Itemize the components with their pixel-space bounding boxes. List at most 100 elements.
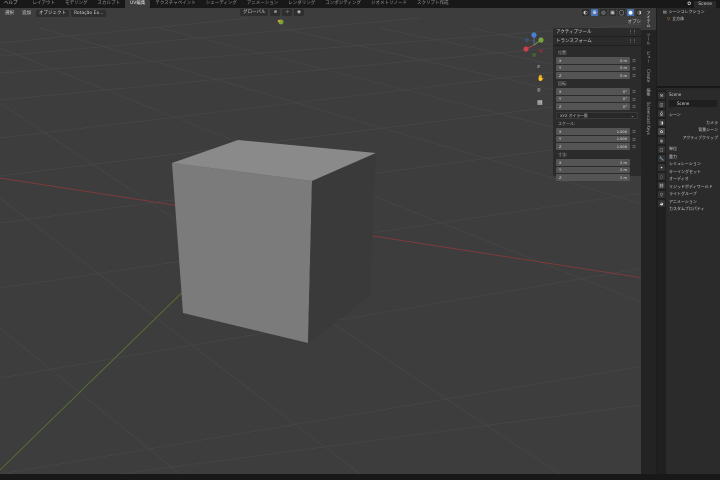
tab-modeling[interactable]: モデリング (60, 0, 93, 8)
outliner-scene-collection[interactable]: ▤ シーンコレクション (657, 8, 720, 15)
grid-ortho-icon[interactable]: ▦ (537, 99, 543, 106)
location-z-field[interactable]: Z0 m (556, 72, 630, 79)
lock-icon[interactable]: ⚿ (630, 58, 638, 63)
rotation-y-field[interactable]: Y 0° (556, 95, 630, 103)
background-scene-label: 背景シーン (698, 127, 718, 132)
tab-screencast-keys[interactable]: Screencast Keys (641, 99, 656, 138)
transform-section[interactable]: トランスフォーム ⋮⋮ (553, 37, 641, 46)
dimensions-y-field[interactable]: Y2 m (556, 166, 630, 174)
scene-field[interactable]: Scene (669, 100, 717, 107)
lock-icon[interactable]: ⚿ (630, 66, 638, 71)
view-layer-icon[interactable]: ◨ (658, 119, 665, 126)
tab-item[interactable]: アイテム (641, 8, 656, 30)
viewport-nav-buttons[interactable]: ⌕ ✋ ⌾ ▦ (537, 63, 544, 106)
properties-editor[interactable]: ⚒ ◫ ⎙ ◨ ✿ ◍ ▢ 🔧 ✦ ◌ ⛓ ▽ ◕ Scene Scene シー… (657, 90, 720, 474)
outliner[interactable]: ▤ シーンコレクション ▽ 立方体 (657, 8, 720, 88)
dimensions-z-field[interactable]: Z2 m (556, 174, 630, 181)
object-menu[interactable]: オブジェクト (36, 9, 69, 17)
transform-orientation-dropdown[interactable]: グローバル (240, 9, 269, 16)
constraints-icon[interactable]: ⛓ (658, 182, 665, 189)
pan-hand-icon[interactable]: ✋ (537, 74, 544, 82)
tool-icon[interactable]: ⚒ (658, 92, 665, 99)
drag-handle-icon[interactable]: ⋮⋮ (628, 28, 637, 37)
tab-geometry-nodes[interactable]: ジオメトリノード (366, 0, 412, 8)
lock-icon[interactable]: ⚿ (630, 104, 638, 109)
output-icon[interactable]: ⎙ (658, 110, 665, 117)
lock-icon[interactable]: ⚿ (630, 97, 638, 102)
gizmo-icon[interactable]: ⊕ (591, 9, 598, 16)
navigation-gizmo[interactable] (523, 32, 544, 57)
physics-icon[interactable]: ◌ (658, 173, 665, 180)
particles-icon[interactable]: ✦ (658, 164, 665, 171)
modifier-icon[interactable]: 🔧 (658, 155, 665, 162)
panel-audio[interactable]: オーディオ (666, 175, 720, 183)
world-icon[interactable]: ◍ (658, 137, 665, 144)
properties-tabs: ⚒ ◫ ⎙ ◨ ✿ ◍ ▢ 🔧 ✦ ◌ ⛓ ▽ ◕ (657, 90, 666, 474)
proportional-dropdown[interactable]: Rotação Ex... (71, 9, 107, 17)
panel-keying-sets[interactable]: キーイングセット (666, 168, 720, 176)
panel-light-groups[interactable]: ライトグループ (666, 190, 720, 198)
object-icon[interactable]: ▢ (658, 146, 665, 153)
scene-icon[interactable]: ✿ (658, 128, 665, 135)
tab-shading[interactable]: シェーディング (201, 0, 242, 8)
tab-animation[interactable]: アニメーション (242, 0, 283, 8)
active-tool-label: アクティブツール (556, 29, 592, 35)
rotation-z-field[interactable]: Z 0° (556, 103, 630, 110)
panel-custom-properties[interactable]: カスタムプロパティ (666, 205, 720, 213)
dimensions-x-field[interactable]: X2 m (556, 159, 630, 166)
lock-icon[interactable]: ⚿ (630, 144, 638, 149)
wireframe-shading-icon[interactable]: ◯ (618, 9, 625, 16)
scene-name[interactable]: Scene (694, 0, 716, 8)
location-x-field[interactable]: X0 m (556, 57, 630, 64)
pivot-icon[interactable]: ⊕ (270, 9, 281, 16)
lock-icon[interactable]: ⚿ (630, 73, 638, 78)
select-menu[interactable]: 選択 (2, 10, 17, 16)
tab-edit[interactable]: 編集 (641, 85, 656, 99)
lock-icon[interactable]: ⚿ (630, 129, 638, 134)
tab-create[interactable]: Create (641, 66, 656, 85)
data-icon[interactable]: ▽ (658, 191, 665, 198)
panel-gravity[interactable]: 重力 (666, 153, 720, 161)
add-menu[interactable]: 追加 (19, 10, 34, 16)
outliner-cube[interactable]: ▽ 立方体 (657, 15, 720, 22)
tab-sculpt[interactable]: スカルプト (93, 0, 126, 8)
xray-icon[interactable]: ▣ (609, 9, 616, 16)
scale-y-field[interactable]: Y 1.000 (556, 135, 630, 143)
tab-scripting[interactable]: スクリプト作成 (412, 0, 454, 8)
panel-units[interactable]: 単位 (666, 145, 720, 153)
cube-side-face (308, 153, 376, 343)
tab-view[interactable]: ビュー (641, 48, 656, 66)
overlay-icon[interactable]: ◎ (600, 9, 607, 16)
tab-tool[interactable]: ツール (641, 30, 656, 48)
lock-icon[interactable]: ⚿ (630, 89, 638, 94)
drag-handle-icon[interactable]: ⋮⋮ (628, 37, 637, 46)
scene-section-header[interactable]: シーン (666, 111, 720, 119)
render-icon[interactable]: ◫ (658, 101, 665, 108)
tab-layout[interactable]: レイアウト (28, 0, 61, 8)
panel-animation[interactable]: アニメーション (666, 198, 720, 206)
tab-texture-paint[interactable]: テクスチャペイント (150, 0, 200, 8)
transform-label: トランスフォーム (556, 38, 592, 44)
scale-z-field[interactable]: Z 1.000 (556, 143, 630, 150)
rotation-mode-dropdown[interactable]: XYZ オイラー角 ⌄ (556, 112, 638, 119)
camera-icon[interactable]: ⌾ (537, 87, 541, 94)
tab-compositing[interactable]: コンポジティング (320, 0, 366, 8)
panel-rigid-body-world[interactable]: リジッドボディワールド (666, 183, 720, 191)
scale-x-field[interactable]: X 1.000 (556, 128, 630, 135)
visibility-icon[interactable]: ◐ (582, 9, 589, 16)
menu-help[interactable]: ヘルプ (0, 0, 22, 8)
zoom-icon[interactable]: ⌕ (537, 63, 540, 70)
snap-icon[interactable]: ⊹ (282, 9, 293, 16)
material-icon[interactable]: ◕ (658, 200, 665, 207)
solid-shading-icon[interactable]: ● (627, 9, 634, 16)
scene-selector[interactable]: ✿ Scene (687, 0, 720, 8)
proportional-icon[interactable]: ◉ (294, 9, 304, 16)
cube-object[interactable] (172, 140, 376, 343)
rotation-x-field[interactable]: X 0° (556, 88, 630, 95)
tab-uv-editing[interactable]: UV編集 (125, 0, 151, 8)
lock-icon[interactable]: ⚿ (630, 137, 638, 142)
panel-simulation[interactable]: シミュレーション (666, 160, 720, 168)
location-y-field[interactable]: Y0 m (556, 64, 630, 72)
tab-rendering[interactable]: レンダリング (283, 0, 320, 8)
chevron-down-icon: ⌄ (630, 113, 634, 118)
